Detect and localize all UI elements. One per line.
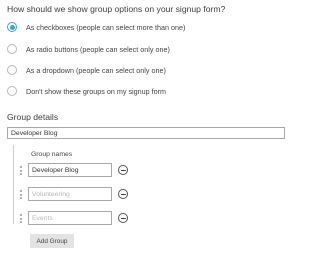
group-name-row [0, 163, 300, 179]
option-label: As checkboxes (people can select more th… [26, 22, 186, 32]
radio-icon[interactable] [7, 86, 17, 96]
minus-circle-icon[interactable] [118, 165, 128, 175]
group-name-input[interactable] [28, 187, 112, 201]
minus-circle-icon[interactable] [118, 189, 128, 199]
option-label: Don't show these groups on my signup for… [26, 86, 167, 96]
group-details-title: Group details [7, 112, 59, 122]
group-name-input[interactable] [28, 163, 112, 177]
option-radio-buttons[interactable]: As radio buttons (people can select only… [7, 42, 170, 56]
option-label: As a dropdown (people can select only on… [26, 65, 166, 75]
group-options-question: How should we show group options on your… [7, 4, 226, 14]
option-label: As radio buttons (people can select only… [26, 44, 170, 54]
group-name-input[interactable] [28, 211, 112, 225]
drag-handle-icon[interactable] [19, 166, 23, 176]
option-dropdown[interactable]: As a dropdown (people can select only on… [7, 63, 166, 77]
add-group-button[interactable]: Add Group [30, 234, 74, 248]
option-checkboxes[interactable]: As checkboxes (people can select more th… [7, 20, 185, 34]
radio-selected-icon[interactable] [7, 22, 17, 32]
group-name-row [0, 187, 300, 203]
group-title-input[interactable] [7, 127, 285, 139]
group-name-row [0, 211, 300, 227]
drag-handle-icon[interactable] [19, 214, 23, 224]
drag-handle-icon[interactable] [19, 190, 23, 200]
group-names-header: Group names [31, 151, 73, 158]
radio-icon[interactable] [7, 65, 17, 75]
radio-icon[interactable] [7, 44, 17, 54]
option-dont-show[interactable]: Don't show these groups on my signup for… [7, 84, 166, 98]
minus-circle-icon[interactable] [118, 213, 128, 223]
